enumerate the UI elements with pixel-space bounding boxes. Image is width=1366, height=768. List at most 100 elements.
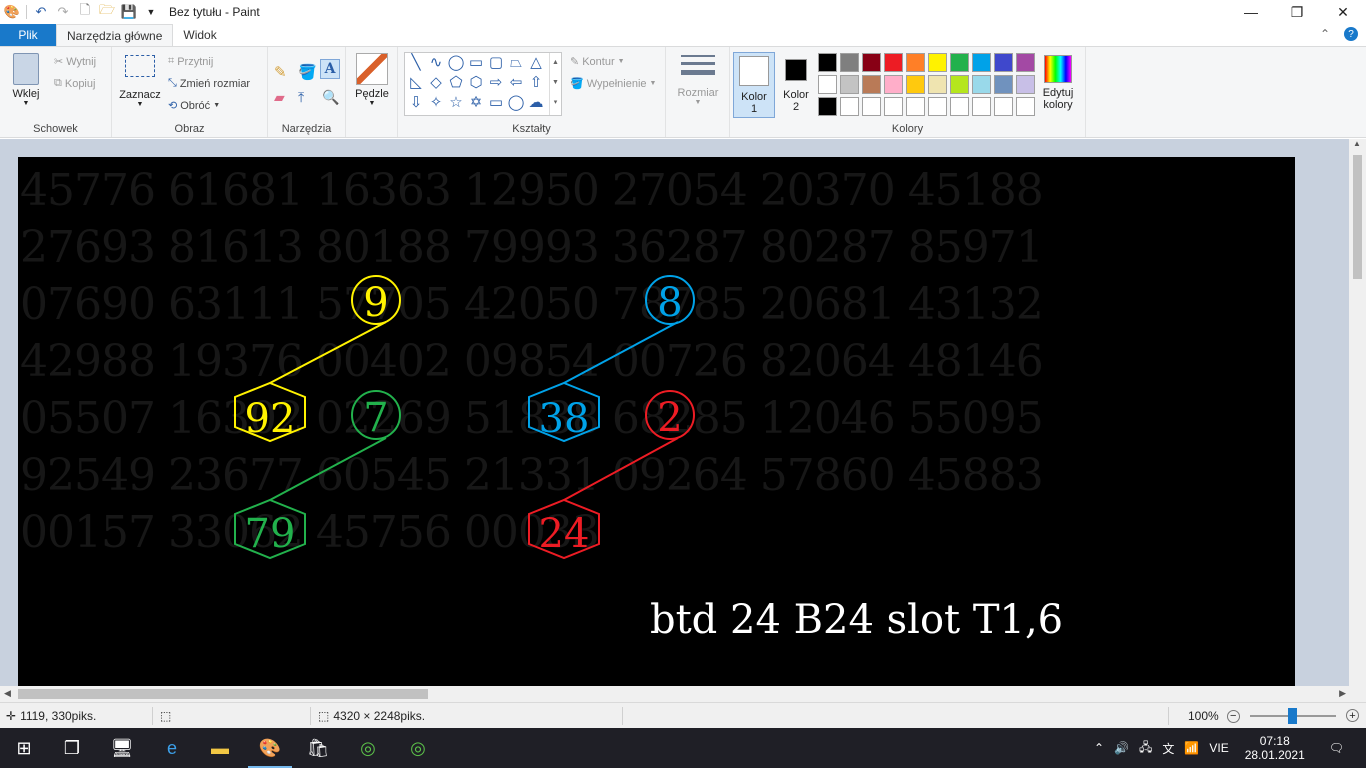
color-swatch[interactable] xyxy=(1016,97,1035,116)
save-icon[interactable]: 💾 xyxy=(121,4,137,20)
size-button[interactable]: Rozmiar ▼ xyxy=(676,55,720,106)
app-icon-green-2[interactable]: ◎ xyxy=(404,734,432,762)
cut-button[interactable]: ✂ Wytnij xyxy=(54,55,96,69)
magnifier-icon[interactable]: 🔍 xyxy=(322,89,339,106)
rectangle-shape-icon[interactable]: ▭ xyxy=(467,54,485,72)
arrow-left-shape-icon[interactable]: ⇦ xyxy=(507,74,525,92)
color-swatch[interactable] xyxy=(906,75,925,94)
store-icon[interactable]: 🛍 xyxy=(304,734,332,762)
ime-icon[interactable]: 文 xyxy=(1162,740,1174,757)
text-tool-icon[interactable]: A xyxy=(320,59,340,79)
line-shape-icon[interactable]: ╲ xyxy=(407,54,425,72)
color-swatch[interactable] xyxy=(840,53,859,72)
horizontal-scroll-thumb[interactable] xyxy=(18,689,428,699)
minimize-button[interactable]: — xyxy=(1228,0,1274,24)
callout-oval-shape-icon[interactable]: ◯ xyxy=(507,94,525,112)
tab-file[interactable]: Plik xyxy=(0,24,56,46)
arrow-up-shape-icon[interactable]: ⇧ xyxy=(527,74,545,92)
windows-start-icon[interactable]: ⊞ xyxy=(10,734,38,762)
scroll-left-icon[interactable]: ◀ xyxy=(4,688,11,699)
app-icon-green[interactable]: ◎ xyxy=(354,734,382,762)
horizontal-scrollbar[interactable]: ◀ ▶ xyxy=(0,686,1366,702)
help-icon[interactable]: ? xyxy=(1344,27,1358,41)
color-picker-icon[interactable]: ⤒ xyxy=(298,89,304,106)
color-swatch[interactable] xyxy=(950,97,969,116)
oval-shape-icon[interactable]: ◯ xyxy=(447,54,465,72)
zoom-in-icon[interactable]: + xyxy=(1346,709,1359,722)
zoom-slider[interactable] xyxy=(1250,708,1336,724)
color-swatch[interactable] xyxy=(1016,53,1035,72)
new-file-icon[interactable]: 🗋 xyxy=(77,2,93,20)
color-swatch[interactable] xyxy=(1016,75,1035,94)
color-swatch[interactable] xyxy=(994,53,1013,72)
color-swatch[interactable] xyxy=(906,53,925,72)
color-swatch[interactable] xyxy=(884,75,903,94)
scroll-up-icon[interactable]: ▲ xyxy=(1353,139,1361,148)
edit-colors-button[interactable]: Edytuj kolory xyxy=(1036,55,1080,111)
color1-button[interactable]: Kolor 1 xyxy=(733,52,775,118)
scroll-right-icon[interactable]: ▶ xyxy=(1339,688,1346,699)
curve-shape-icon[interactable]: ∿ xyxy=(427,54,445,72)
color-swatch[interactable] xyxy=(818,75,837,94)
redo-icon[interactable]: ↷ xyxy=(55,4,71,20)
fill-bucket-icon[interactable]: 🪣 xyxy=(298,63,317,81)
rotate-button[interactable]: ⟲ Obróć ▼ xyxy=(168,99,220,113)
clock[interactable]: 07:18 28.01.2021 xyxy=(1245,734,1305,762)
color-swatch[interactable] xyxy=(972,75,991,94)
vertical-scroll-thumb[interactable] xyxy=(1353,155,1362,279)
star5-shape-icon[interactable]: ☆ xyxy=(447,94,465,112)
vertical-scrollbar[interactable]: ▲ xyxy=(1349,139,1366,686)
hexagon-shape-icon[interactable]: ⬡ xyxy=(467,74,485,92)
outline-button[interactable]: ✎ Kontur ▼ xyxy=(570,55,625,69)
color-swatch[interactable] xyxy=(928,97,947,116)
collapse-ribbon-icon[interactable]: ⌃ xyxy=(1320,27,1330,41)
color-swatch[interactable] xyxy=(928,75,947,94)
tab-view[interactable]: Widok xyxy=(173,24,226,46)
triangle-shape-icon[interactable]: △ xyxy=(527,54,545,72)
eraser-icon[interactable]: ▰ xyxy=(274,89,285,106)
arrow-down-shape-icon[interactable]: ⇩ xyxy=(407,94,425,112)
select-button[interactable]: Zaznacz ▼ xyxy=(118,55,162,108)
star4-shape-icon[interactable]: ✧ xyxy=(427,94,445,112)
color-swatch[interactable] xyxy=(972,97,991,116)
paint-taskbar-icon[interactable]: 🎨 xyxy=(256,734,284,762)
task-view-icon[interactable]: ❐ xyxy=(58,734,86,762)
input-language[interactable]: VIE xyxy=(1209,741,1228,755)
close-button[interactable]: ✕ xyxy=(1320,0,1366,24)
right-triangle-shape-icon[interactable]: ◺ xyxy=(407,74,425,92)
resize-button[interactable]: ⤡ Zmień rozmiar xyxy=(168,77,250,90)
notifications-icon[interactable]: 🗨 xyxy=(1329,741,1344,755)
show-hidden-icons[interactable]: ⌃ xyxy=(1094,741,1104,755)
tab-home[interactable]: Narzędzia główne xyxy=(56,24,174,46)
color-swatch[interactable] xyxy=(994,75,1013,94)
edge-browser-icon[interactable]: e xyxy=(158,734,186,762)
pentagon-shape-icon[interactable]: ⬠ xyxy=(447,74,465,92)
shapes-scroll[interactable]: ▲ ▼ ▾ xyxy=(549,53,561,115)
drawing-canvas[interactable]: 45776 61681 16363 12950 27054 20370 4518… xyxy=(18,157,1295,686)
arrow-right-shape-icon[interactable]: ⇨ xyxy=(487,74,505,92)
color-swatch[interactable] xyxy=(928,53,947,72)
color-swatch[interactable] xyxy=(818,53,837,72)
color-swatch[interactable] xyxy=(884,53,903,72)
color-swatch[interactable] xyxy=(950,75,969,94)
crop-button[interactable]: ⌗ Przytnij xyxy=(168,55,213,68)
pencil-icon[interactable]: ✎ xyxy=(274,63,287,81)
network-icon[interactable]: 🖧 xyxy=(1139,738,1152,759)
zoom-slider-thumb[interactable] xyxy=(1288,708,1297,724)
color-swatch[interactable] xyxy=(994,97,1013,116)
polygon-shape-icon[interactable]: ⏢ xyxy=(507,54,525,72)
color-swatch[interactable] xyxy=(840,75,859,94)
file-explorer-icon[interactable]: ▬ xyxy=(206,734,234,762)
color-swatch[interactable] xyxy=(818,97,837,116)
maximize-button[interactable]: ❐ xyxy=(1274,0,1320,24)
open-file-icon[interactable]: 🗁 xyxy=(99,2,115,20)
customize-qat-icon[interactable]: ▼ xyxy=(143,4,159,20)
star6-shape-icon[interactable]: ✡ xyxy=(467,94,485,112)
color-swatch[interactable] xyxy=(840,97,859,116)
fill-button[interactable]: 🪣 Wypełnienie ▼ xyxy=(570,77,656,91)
color-swatch[interactable] xyxy=(950,53,969,72)
callout-cloud-shape-icon[interactable]: ☁ xyxy=(527,94,545,112)
copy-button[interactable]: ⧉ Kopiuj xyxy=(54,77,95,90)
color-swatch[interactable] xyxy=(906,97,925,116)
color-swatch[interactable] xyxy=(884,97,903,116)
